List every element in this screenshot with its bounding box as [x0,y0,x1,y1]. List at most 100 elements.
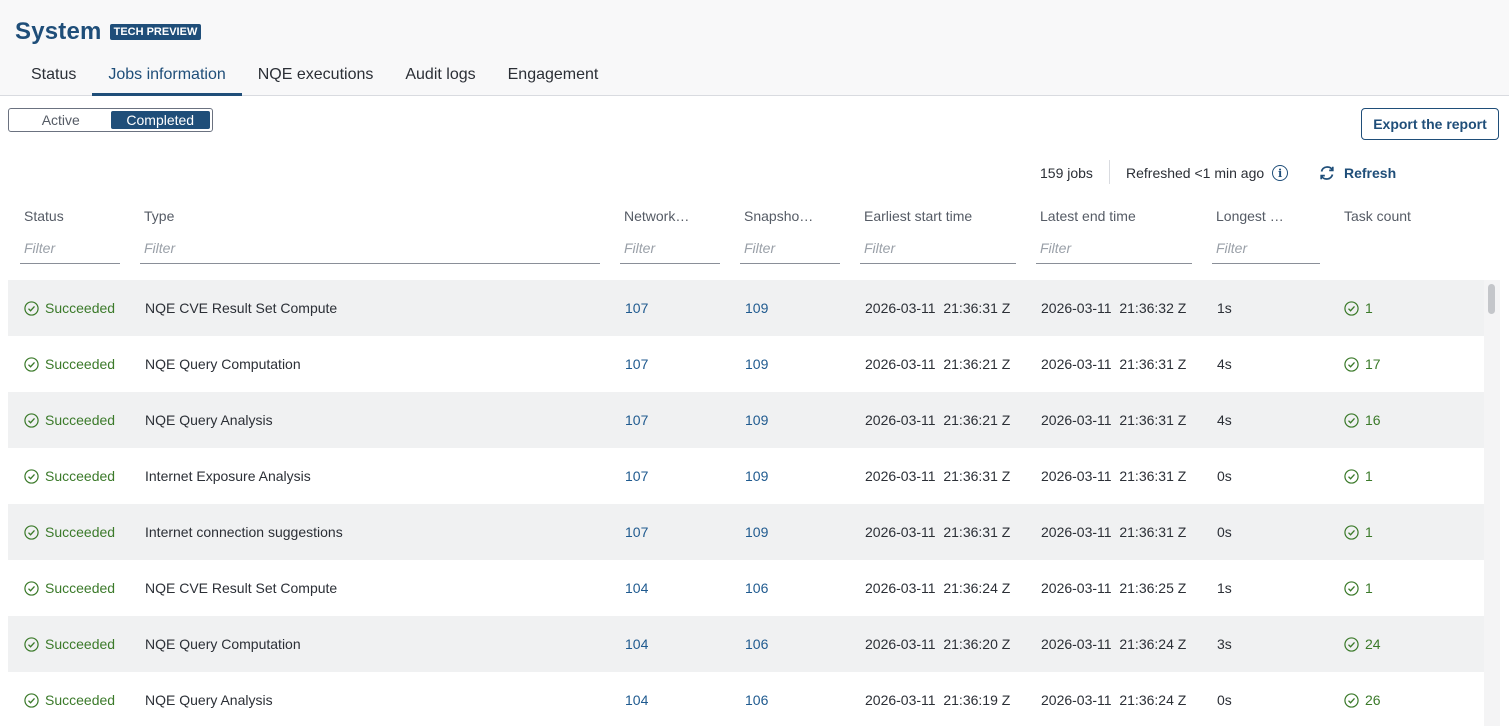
network-link[interactable]: 107 [625,280,648,336]
scrollbar-thumb[interactable] [1488,284,1495,314]
task-count-text: 16 [1365,412,1381,428]
status-cell: Succeeded [24,392,115,448]
column-header-task-count[interactable]: Task count [1344,208,1411,224]
latest-end-filter-input[interactable]: Filter [1036,233,1192,264]
table-row[interactable]: Succeeded NQE Query Analysis 104 106 2026-03… [8,672,1484,726]
type-cell: NQE Query Computation [145,356,301,372]
network-link[interactable]: 107 [625,336,648,392]
task-count-cell: 1 [1344,560,1373,616]
status-text: Succeeded [45,356,116,372]
status-text: Succeeded [45,692,116,708]
column-header-status[interactable]: Status [24,208,64,224]
refresh-button[interactable]: Refresh [1318,162,1396,184]
longest-cell: 4s [1217,412,1232,428]
column-header-longest[interactable]: Longest … [1216,208,1284,224]
start-time-cell: 2026-03-11 21:36:31 Z [865,300,1011,316]
snapshot-link[interactable]: 106 [745,672,768,726]
tab-bar: Status Jobs information NQE executions A… [15,60,614,96]
start-time-cell: 2026-03-11 21:36:19 Z [865,692,1011,708]
task-count-text: 1 [1365,580,1373,596]
earliest-start-filter-input[interactable]: Filter [860,233,1016,264]
status-text: Succeeded [45,636,116,652]
type-filter-input[interactable]: Filter [140,233,600,264]
job-state-toggle: Active Completed [8,108,213,132]
table-row[interactable]: Succeeded Internet Exposure Analysis 107 10… [8,448,1484,504]
start-time-cell: 2026-03-11 21:36:20 Z [865,636,1011,652]
active-toggle-button[interactable]: Active [11,111,111,129]
snapshot-link[interactable]: 109 [745,504,768,560]
task-count-cell: 17 [1344,336,1381,392]
table-row[interactable]: Succeeded NQE Query Analysis 107 109 2026-03… [8,392,1484,448]
status-text: Succeeded [45,412,116,428]
status-cell: Succeeded [24,504,115,560]
snapshot-link[interactable]: 106 [745,616,768,672]
status-text: Succeeded [45,468,116,484]
check-circle-icon [1344,356,1359,372]
snapshot-link[interactable]: 109 [745,280,768,336]
column-header-type[interactable]: Type [144,208,174,224]
column-header-latest-end[interactable]: Latest end time [1040,208,1136,224]
snapshot-link[interactable]: 109 [745,392,768,448]
table-row[interactable]: Succeeded NQE Query Computation 104 106 2026… [8,616,1484,672]
end-time-cell: 2026-03-11 21:36:31 Z [1041,468,1187,484]
completed-toggle-button[interactable]: Completed [110,111,210,129]
tab-audit-logs[interactable]: Audit logs [389,60,491,96]
check-circle-icon [24,468,39,484]
type-cell: Internet connection suggestions [145,524,343,540]
task-count-text: 1 [1365,300,1373,316]
page-title: System [15,18,102,45]
status-cell: Succeeded [24,280,115,336]
status-filter-input[interactable]: Filter [20,233,120,264]
column-header-earliest-start[interactable]: Earliest start time [864,208,972,224]
network-link[interactable]: 107 [625,504,648,560]
network-link[interactable]: 104 [625,560,648,616]
snapshot-link[interactable]: 106 [745,560,768,616]
snapshot-filter-input[interactable]: Filter [740,233,840,264]
check-circle-icon [1344,580,1359,596]
check-circle-icon [1344,468,1359,484]
network-link[interactable]: 104 [625,616,648,672]
column-header-network[interactable]: Network… [624,208,689,224]
refreshed-status: Refreshed <1 min ago i [1126,162,1289,184]
longest-cell: 1s [1217,300,1232,316]
end-time-cell: 2026-03-11 21:36:31 Z [1041,356,1187,372]
network-link[interactable]: 107 [625,448,648,504]
longest-cell: 0s [1217,692,1232,708]
snapshot-link[interactable]: 109 [745,448,768,504]
task-count-text: 1 [1365,524,1373,540]
task-count-text: 24 [1365,636,1381,652]
network-link[interactable]: 107 [625,392,648,448]
task-count-cell: 26 [1344,672,1381,726]
table-row[interactable]: Succeeded Internet connection suggestions… [8,504,1484,560]
status-cell: Succeeded [24,616,115,672]
check-circle-icon [24,356,39,372]
export-report-button[interactable]: Export the report [1361,108,1499,140]
table-row[interactable]: Succeeded NQE CVE Result Set Compute 104 10… [8,560,1484,616]
type-cell: NQE Query Analysis [145,412,273,428]
snapshot-link[interactable]: 109 [745,336,768,392]
info-icon[interactable]: i [1272,165,1289,181]
type-cell: NQE CVE Result Set Compute [145,300,338,316]
longest-cell: 3s [1217,636,1232,652]
tab-engagement[interactable]: Engagement [492,60,615,96]
column-header-snapshot[interactable]: Snapsho… [744,208,813,224]
table-row[interactable]: Succeeded NQE Query Computation 107 109 2026… [8,336,1484,392]
start-time-cell: 2026-03-11 21:36:24 Z [865,580,1011,596]
network-link[interactable]: 104 [625,672,648,726]
table-row[interactable]: Succeeded NQE CVE Result Set Compute 107 10… [8,280,1484,336]
check-circle-icon [24,692,39,708]
tab-jobs-information[interactable]: Jobs information [92,60,242,96]
tab-status[interactable]: Status [15,60,92,96]
tab-nqe-executions[interactable]: NQE executions [242,60,390,96]
longest-filter-input[interactable]: Filter [1212,233,1320,264]
type-cell: NQE CVE Result Set Compute [145,580,338,596]
type-cell: NQE Query Analysis [145,692,273,708]
jobs-table-body: Succeeded NQE CVE Result Set Compute 107 10… [8,280,1484,726]
status-cell: Succeeded [24,560,115,616]
end-time-cell: 2026-03-11 21:36:31 Z [1041,524,1187,540]
task-count-cell: 1 [1344,280,1373,336]
network-filter-input[interactable]: Filter [620,233,720,264]
check-circle-icon [1344,300,1359,316]
table-scrollbar[interactable] [1484,280,1500,726]
status-cell: Succeeded [24,448,115,504]
